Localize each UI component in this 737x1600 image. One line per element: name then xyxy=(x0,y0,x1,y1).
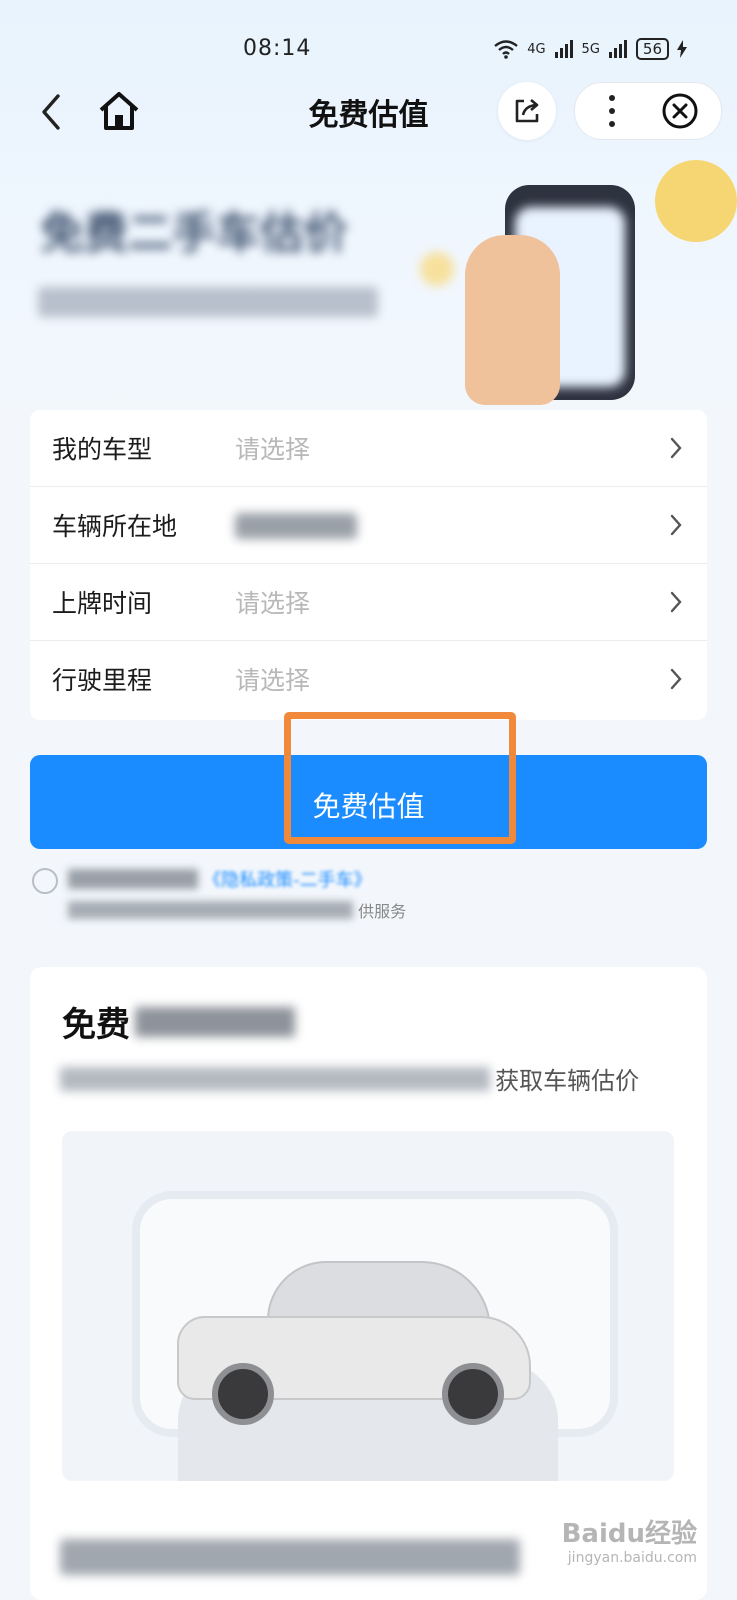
form-row-registration-date[interactable]: 上牌时间 请选择 xyxy=(30,564,707,641)
card-title: 免费 xyxy=(62,997,330,1045)
hero-subtitle xyxy=(38,287,378,317)
mini-program-capsule xyxy=(574,82,722,140)
highlight-annotation-box xyxy=(284,712,516,844)
form-row-label: 行驶里程 xyxy=(52,666,153,695)
watermark: Baidu经验 jingyan.baidu.com xyxy=(561,1519,697,1570)
form-row-value xyxy=(235,513,357,539)
form-row-value: 请选择 xyxy=(235,666,311,695)
close-circle-icon[interactable] xyxy=(661,92,699,130)
battery-indicator: 56 xyxy=(635,38,669,60)
form-row-car-model[interactable]: 我的车型 请选择 xyxy=(30,410,707,487)
privacy-policy-link[interactable]: 《隐私政策-二手车》 xyxy=(203,870,372,891)
form-row-location[interactable]: 车辆所在地 xyxy=(30,487,707,564)
more-vertical-icon[interactable] xyxy=(595,93,629,129)
watermark-brand: Baidu经验 xyxy=(561,1519,697,1549)
status-time: 08:14 xyxy=(243,36,312,61)
signal-icon xyxy=(608,40,627,58)
card-footer-text xyxy=(60,1539,520,1575)
watermark-url: jingyan.baidu.com xyxy=(567,1550,697,1566)
agreement-text: 《隐私政策-二手车》 xyxy=(68,866,468,891)
form-row-value: 请选择 xyxy=(235,589,311,618)
wheel-illustration xyxy=(212,1363,274,1425)
form-row-value: 请选择 xyxy=(235,435,311,464)
form-row-label: 我的车型 xyxy=(52,435,153,464)
valuation-form: 我的车型 请选择 车辆所在地 上牌时间 请选择 行驶里程 请选择 xyxy=(30,410,707,720)
chevron-right-icon xyxy=(670,514,682,536)
hand-illustration xyxy=(465,235,560,405)
charging-icon xyxy=(677,40,687,58)
network-5g-label: 5G xyxy=(581,41,600,57)
signal-icon xyxy=(554,40,573,58)
wheel-illustration xyxy=(442,1363,504,1425)
form-row-label: 车辆所在地 xyxy=(52,512,178,541)
agreement-checkbox[interactable] xyxy=(32,868,58,894)
wifi-icon xyxy=(494,40,518,59)
card-description: 获取车辆估价 xyxy=(60,1061,700,1095)
form-row-mileage[interactable]: 行驶里程 请选择 xyxy=(30,641,707,718)
status-bar: 08:14 4G 5G 56 xyxy=(0,30,737,70)
status-icons: 4G 5G 56 xyxy=(493,38,687,60)
chevron-right-icon xyxy=(670,591,682,613)
chevron-right-icon xyxy=(670,668,682,690)
coin-illustration xyxy=(420,252,454,286)
share-button[interactable] xyxy=(498,82,556,140)
hero-title: 免费二手车估价 xyxy=(40,208,348,259)
agreement-text: 供服务 xyxy=(68,898,428,921)
network-4g-label: 4G xyxy=(527,41,546,57)
chevron-right-icon xyxy=(670,437,682,459)
info-card: 免费 获取车辆估价 xyxy=(30,967,707,1600)
car-illustration xyxy=(62,1131,674,1481)
share-icon xyxy=(515,99,539,123)
navigation-bar: 免费估值 xyxy=(0,82,737,142)
coin-illustration xyxy=(655,160,737,242)
form-row-label: 上牌时间 xyxy=(52,589,153,618)
